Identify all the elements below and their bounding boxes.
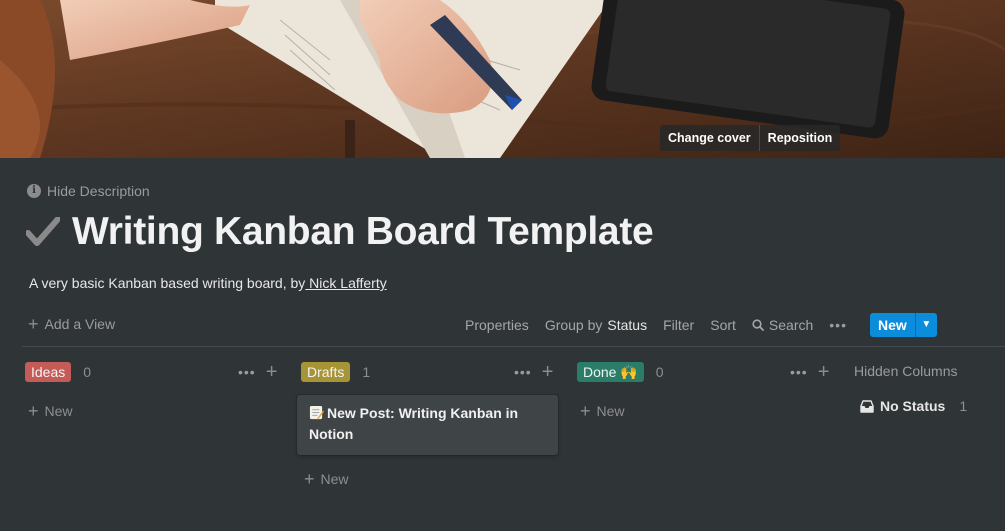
plus-icon: + xyxy=(304,469,315,489)
column-header-ideas: Ideas 0 xyxy=(25,362,91,382)
author-link[interactable]: Nick Lafferty xyxy=(305,275,387,291)
column-count: 1 xyxy=(959,398,968,414)
column-count: 1 xyxy=(362,364,371,380)
card-title: New Post: Writing Kanban in Notion xyxy=(309,405,519,442)
search-label: Search xyxy=(768,317,814,333)
search-icon xyxy=(752,319,764,331)
more-options-button[interactable]: ••• xyxy=(821,313,855,337)
new-card-button[interactable]: + New xyxy=(28,401,73,421)
inbox-icon xyxy=(860,399,874,413)
new-card-label: New xyxy=(44,403,73,419)
new-card-button[interactable]: + New xyxy=(580,401,625,421)
new-button-group: New ▼ xyxy=(870,313,937,337)
new-button[interactable]: New xyxy=(870,313,915,337)
more-icon[interactable]: ••• xyxy=(238,364,256,380)
cover-actions: Change cover Reposition xyxy=(660,125,841,151)
group-by-value: Status xyxy=(607,317,648,333)
column-header-drafts: Drafts 1 xyxy=(301,362,370,382)
column-actions-ideas: ••• + xyxy=(238,362,277,382)
board-card[interactable]: New Post: Writing Kanban in Notion xyxy=(297,395,558,455)
checkmark-icon[interactable] xyxy=(26,217,60,247)
group-by-label: Group by xyxy=(544,317,603,333)
search-button[interactable]: Search xyxy=(744,313,821,337)
group-by-button[interactable]: Group by Status xyxy=(537,313,655,337)
more-icon[interactable]: ••• xyxy=(514,364,532,380)
new-card-label: New xyxy=(320,471,349,487)
page-cover: Change cover Reposition xyxy=(0,0,1005,158)
new-card-button[interactable]: + New xyxy=(304,469,349,489)
title-row: Writing Kanban Board Template xyxy=(26,210,654,254)
change-cover-button[interactable]: Change cover xyxy=(660,125,759,151)
add-view-label: Add a View xyxy=(44,316,116,332)
new-dropdown-button[interactable]: ▼ xyxy=(914,313,937,337)
reposition-button[interactable]: Reposition xyxy=(758,125,841,151)
add-view-button[interactable]: + Add a View xyxy=(28,314,116,334)
plus-icon[interactable]: + xyxy=(542,362,554,382)
description-text: A very basic Kanban based writing board,… xyxy=(29,275,306,291)
status-tag-done[interactable]: Done 🙌 xyxy=(577,362,644,382)
plus-icon: + xyxy=(580,401,591,421)
chevron-down-icon: ▼ xyxy=(921,319,932,330)
plus-icon: + xyxy=(28,314,39,334)
memo-icon xyxy=(309,405,324,420)
page-title[interactable]: Writing Kanban Board Template xyxy=(72,210,654,254)
page-description: A very basic Kanban based writing board,… xyxy=(29,275,387,291)
view-toolbar: Properties Group by Status Filter Sort S… xyxy=(457,313,855,337)
sort-button[interactable]: Sort xyxy=(702,313,744,337)
plus-icon[interactable]: + xyxy=(266,362,278,382)
status-tag-ideas[interactable]: Ideas xyxy=(25,362,72,382)
cover-image xyxy=(0,0,1005,158)
more-icon[interactable]: ••• xyxy=(790,364,808,380)
toolbar-divider xyxy=(22,346,1005,347)
column-actions-drafts: ••• + xyxy=(514,362,553,382)
plus-icon: + xyxy=(28,401,39,421)
plus-icon[interactable]: + xyxy=(818,362,830,382)
hidden-columns-title: Hidden Columns xyxy=(854,363,958,379)
hidden-column-label: No Status xyxy=(880,398,946,414)
status-tag-drafts[interactable]: Drafts xyxy=(301,362,351,382)
column-count: 0 xyxy=(655,364,664,380)
hide-description-label: Hide Description xyxy=(47,183,150,199)
more-icon: ••• xyxy=(829,317,847,333)
filter-button[interactable]: Filter xyxy=(655,313,702,337)
properties-button[interactable]: Properties xyxy=(457,313,537,337)
column-count: 0 xyxy=(83,364,92,380)
hide-description-button[interactable]: i Hide Description xyxy=(27,183,150,199)
column-actions-done: ••• + xyxy=(790,362,829,382)
new-card-label: New xyxy=(596,403,625,419)
hidden-column-no-status[interactable]: No Status 1 xyxy=(860,398,967,414)
info-icon: i xyxy=(27,184,41,198)
column-header-done: Done 🙌 0 xyxy=(577,362,664,382)
